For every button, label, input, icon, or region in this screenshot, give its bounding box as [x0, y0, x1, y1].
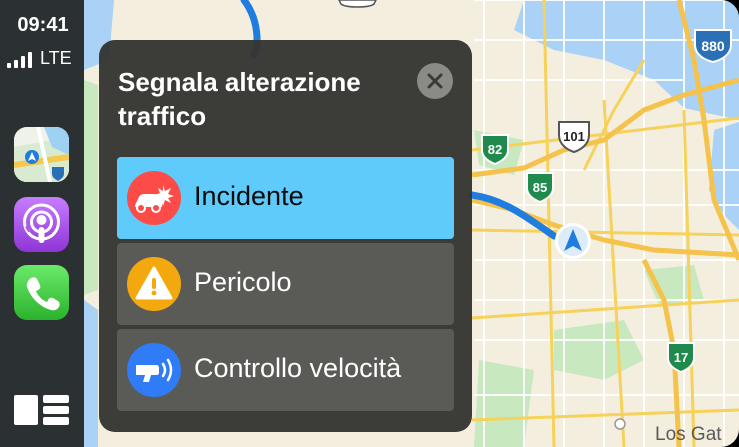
- close-button[interactable]: [417, 63, 453, 99]
- highway-shield-17: 17: [667, 342, 695, 374]
- panel-title: Segnala alterazione traffico: [118, 67, 361, 131]
- podcasts-app-icon[interactable]: [14, 197, 69, 252]
- option-label: Controllo velocità: [194, 353, 402, 383]
- place-label: Los Gat: [655, 424, 722, 445]
- speed-camera-icon: [127, 343, 181, 397]
- svg-text:85: 85: [533, 180, 547, 195]
- option-label: Pericolo: [194, 267, 292, 297]
- warning-icon: [127, 257, 181, 311]
- close-icon: [427, 73, 443, 89]
- status-signal: LTE: [7, 48, 79, 68]
- status-time: 09:41: [17, 14, 69, 36]
- report-incident-panel: Segnala alterazione traffico Incidente P…: [99, 40, 472, 432]
- highway-shield-82: 82: [481, 134, 509, 166]
- option-incidente[interactable]: Incidente: [117, 157, 454, 239]
- svg-text:17: 17: [674, 350, 688, 365]
- svg-text:82: 82: [488, 142, 502, 157]
- dashboard-icon[interactable]: [14, 395, 70, 425]
- crash-icon: [127, 171, 181, 225]
- svg-text:880: 880: [701, 38, 725, 54]
- network-type: LTE: [40, 48, 72, 68]
- carplay-screen: 880 101 82 85 17 Los Gat 09:41 LTE Segna…: [0, 0, 739, 447]
- highway-shield-880: 880: [694, 29, 732, 64]
- option-label: Incidente: [194, 181, 304, 211]
- maps-app-icon[interactable]: [14, 127, 69, 182]
- svg-text:101: 101: [563, 129, 585, 144]
- option-controllo-velocita[interactable]: Controllo velocità: [117, 329, 454, 411]
- phone-app-icon[interactable]: [14, 265, 69, 320]
- option-pericolo[interactable]: Pericolo: [117, 243, 454, 325]
- current-location-icon: [555, 223, 591, 259]
- sidebar: 09:41 LTE: [0, 0, 84, 447]
- highway-shield-85: 85: [526, 172, 554, 204]
- signal-bars-icon: [7, 52, 37, 68]
